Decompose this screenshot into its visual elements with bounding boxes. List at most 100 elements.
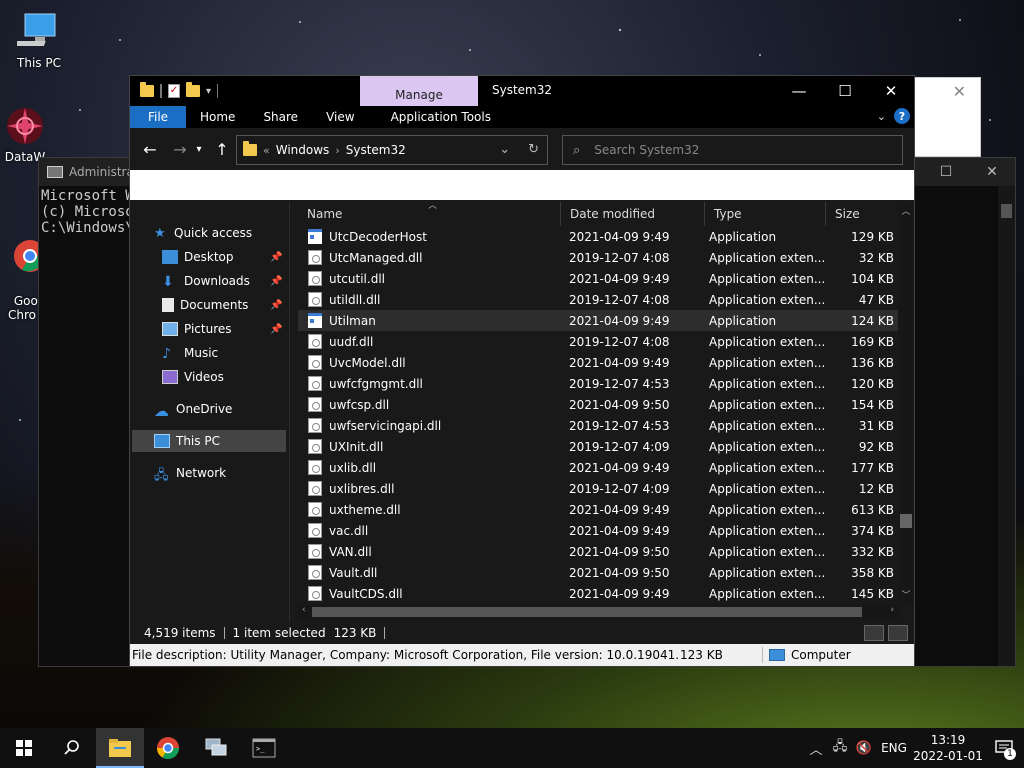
breadcrumb-separator[interactable]: › xyxy=(335,144,339,157)
scroll-thumb[interactable] xyxy=(312,607,862,617)
chevron-up-icon[interactable]: ︿ xyxy=(804,739,828,758)
tab-file[interactable]: File xyxy=(130,106,186,128)
expand-ribbon-icon[interactable]: ⌄ xyxy=(877,110,886,123)
breadcrumb-windows[interactable]: Windows xyxy=(276,143,330,157)
column-size[interactable]: Size xyxy=(826,202,898,226)
file-row[interactable]: VAN.dll 2021-04-09 9:50 Application exten.… xyxy=(298,541,898,562)
scroll-right-icon[interactable]: › xyxy=(890,605,894,615)
tab-home[interactable]: Home xyxy=(186,106,249,128)
address-dropdown-icon[interactable]: ⌄ xyxy=(499,142,510,157)
file-row[interactable]: utildll.dll 2019-12-07 4:08 Application ex… xyxy=(298,289,898,310)
file-row[interactable]: uwfcfgmgmt.dll 2019-12-07 4:53 Application… xyxy=(298,373,898,394)
new-folder-icon[interactable] xyxy=(186,82,200,97)
horizontal-scrollbar[interactable]: ‹ › xyxy=(298,604,898,620)
vertical-scrollbar[interactable]: ︿ ﹀ xyxy=(898,202,914,602)
scroll-down-icon[interactable]: ﹀ xyxy=(898,588,914,601)
nav-onedrive[interactable]: ☁ OneDrive xyxy=(154,398,232,420)
scroll-thumb[interactable] xyxy=(1001,204,1012,218)
tab-application-tools[interactable]: Application Tools xyxy=(377,106,505,128)
maximize-icon[interactable]: ☐ xyxy=(822,76,868,106)
status-divider xyxy=(384,627,386,639)
file-row[interactable]: uwfcsp.dll 2021-04-09 9:50 Application ext… xyxy=(298,394,898,415)
toolbar-divider xyxy=(160,84,162,98)
breadcrumb-system32[interactable]: System32 xyxy=(346,143,406,157)
up-arrow-icon[interactable]: ↑ xyxy=(210,140,234,159)
nav-videos[interactable]: Videos xyxy=(162,366,224,388)
column-date-modified[interactable]: Date modified xyxy=(561,202,705,226)
volume-muted-icon[interactable]: 🔇 xyxy=(852,741,876,756)
address-bar[interactable]: « Windows › System32 ⌄ ↻ xyxy=(236,135,548,165)
customize-toolbar-icon[interactable]: ▾ xyxy=(206,86,211,97)
file-row[interactable]: uxlibres.dll 2019-12-07 4:09 Application e… xyxy=(298,478,898,499)
nav-desktop[interactable]: Desktop 📌 xyxy=(162,246,288,268)
properties-icon[interactable]: ✓ xyxy=(168,84,180,98)
file-row[interactable]: uxtheme.dll 2021-04-09 9:49 Application ex… xyxy=(298,499,898,520)
refresh-icon[interactable]: ↻ xyxy=(528,142,539,157)
back-arrow-icon[interactable]: ← xyxy=(138,140,162,159)
file-row[interactable]: VaultCDS.dll 2021-04-09 9:49 Application e… xyxy=(298,583,898,604)
breadcrumb-overflow[interactable]: « xyxy=(263,144,270,157)
language-indicator[interactable]: ENG xyxy=(876,741,912,755)
column-name[interactable]: Name ︿ xyxy=(298,201,561,226)
forward-arrow-icon[interactable]: → xyxy=(168,140,192,159)
svg-text:>_: >_ xyxy=(256,745,265,753)
network-icon[interactable]: 🖧 xyxy=(828,737,852,759)
file-row[interactable]: UtcDecoderHost 2021-04-09 9:49 Application… xyxy=(298,226,898,247)
file-row[interactable]: uudf.dll 2019-12-07 4:08 Application exten… xyxy=(298,331,898,352)
taskbar-network-app[interactable] xyxy=(192,728,240,768)
scroll-left-icon[interactable]: ‹ xyxy=(302,605,306,615)
file-row[interactable]: uxlib.dll 2021-04-09 9:49 Application exte… xyxy=(298,457,898,478)
help-icon[interactable]: ? xyxy=(894,108,910,124)
tab-view[interactable]: View xyxy=(312,106,368,128)
desktop-icon-datawrangler[interactable]: DataW xyxy=(0,104,50,164)
file-row[interactable]: utcutil.dll 2021-04-09 9:49 Application ex… xyxy=(298,268,898,289)
close-icon[interactable]: ✕ xyxy=(953,82,966,101)
file-row[interactable]: uwfservicingapi.dll 2019-12-07 4:53 Applic… xyxy=(298,415,898,436)
nav-network[interactable]: 🖧 Network xyxy=(154,462,226,484)
close-icon[interactable]: ✕ xyxy=(969,158,1015,186)
desktop-icon-this-pc[interactable]: This PC xyxy=(8,10,70,70)
navigation-pane[interactable]: ★ Quick access Desktop 📌 ⬇ Downloads 📌 D… xyxy=(130,202,290,622)
scroll-up-icon[interactable]: ︿ xyxy=(898,204,914,217)
file-explorer-window[interactable]: ✓ ▾ Manage System32 — ☐ ✕ File Home Shar… xyxy=(129,75,915,666)
tab-share[interactable]: Share xyxy=(249,106,312,128)
file-row[interactable]: vac.dll 2021-04-09 9:49 Application exten.… xyxy=(298,520,898,541)
pin-icon[interactable]: 📌 xyxy=(270,324,282,335)
nav-pictures[interactable]: Pictures 📌 xyxy=(162,318,288,340)
nav-documents[interactable]: Documents 📌 xyxy=(162,294,288,316)
explorer-titlebar[interactable]: ✓ ▾ Manage System32 — ☐ ✕ xyxy=(130,76,914,106)
dll-icon xyxy=(308,397,322,412)
close-icon[interactable]: ✕ xyxy=(868,76,914,106)
action-center-button[interactable]: 1 xyxy=(984,728,1024,768)
details-view-icon[interactable] xyxy=(864,625,884,641)
file-row[interactable]: Vault.dll 2021-04-09 9:50 Application exte… xyxy=(298,562,898,583)
tab-manage[interactable]: Manage xyxy=(360,76,478,106)
nav-this-pc[interactable]: This PC xyxy=(132,430,286,452)
pin-icon[interactable]: 📌 xyxy=(270,252,282,263)
file-name: Utilman xyxy=(329,313,376,328)
file-list[interactable]: Name ︿ Date modified Type Size UtcDecoder… xyxy=(298,201,914,622)
file-row[interactable]: UXInit.dll 2019-12-07 4:09 Application ext… xyxy=(298,436,898,457)
pin-icon[interactable]: 📌 xyxy=(270,276,282,287)
recent-locations-icon[interactable]: ▾ xyxy=(192,144,206,155)
scroll-thumb[interactable] xyxy=(900,514,912,528)
nav-downloads[interactable]: ⬇ Downloads 📌 xyxy=(162,270,288,292)
search-button[interactable] xyxy=(48,728,96,768)
large-icons-view-icon[interactable] xyxy=(888,625,908,641)
cmd-scrollbar[interactable] xyxy=(998,186,1015,666)
clock[interactable]: 13:19 2022-01-01 xyxy=(912,732,984,764)
file-row[interactable]: UvcModel.dll 2021-04-09 9:49 Application e… xyxy=(298,352,898,373)
start-button[interactable] xyxy=(0,728,48,768)
nav-quick-access[interactable]: ★ Quick access xyxy=(154,222,252,244)
search-box[interactable]: ⌕ Search System32 xyxy=(562,135,903,165)
pin-icon[interactable]: 📌 xyxy=(270,300,282,311)
nav-music[interactable]: ♪ Music xyxy=(162,342,218,364)
taskbar-file-explorer[interactable] xyxy=(96,728,144,768)
maximize-icon[interactable]: ☐ xyxy=(923,158,969,186)
taskbar-chrome[interactable] xyxy=(144,728,192,768)
file-row[interactable]: UtcManaged.dll 2019-12-07 4:08 Application… xyxy=(298,247,898,268)
file-row[interactable]: Utilman 2021-04-09 9:49 Application 124 KB xyxy=(298,310,898,331)
minimize-icon[interactable]: — xyxy=(776,76,822,106)
column-type[interactable]: Type xyxy=(705,202,826,226)
taskbar-cmd[interactable]: >_ xyxy=(240,728,288,768)
